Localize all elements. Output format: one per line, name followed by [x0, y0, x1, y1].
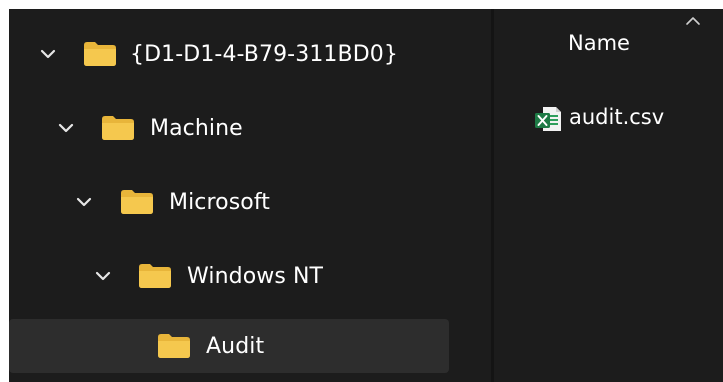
column-header-name[interactable]: Name	[494, 9, 723, 71]
tree-item-label: Windows NT	[187, 263, 324, 289]
chevron-down-icon[interactable]	[73, 191, 95, 213]
folder-icon	[138, 263, 172, 289]
chevron-down-icon[interactable]	[55, 117, 77, 139]
navigation-tree: {D1-D1-4-B79-311BD0} Machine Microsoft W…	[9, 9, 494, 382]
file-name: audit.csv	[569, 105, 665, 129]
sort-ascending-icon	[685, 12, 701, 25]
file-row[interactable]: audit.csv	[534, 101, 723, 137]
tree-item-label: Machine	[150, 115, 243, 141]
tree-item-microsoft[interactable]: Microsoft	[9, 176, 449, 228]
folder-icon	[101, 115, 135, 141]
tree-item-label: {D1-D1-4-B79-311BD0}	[130, 41, 398, 67]
folder-icon	[120, 189, 154, 215]
file-explorer-window: {D1-D1-4-B79-311BD0} Machine Microsoft W…	[9, 9, 723, 382]
file-list-pane: Name audit.csv	[494, 9, 723, 382]
tree-item-windows-nt[interactable]: Windows NT	[9, 250, 449, 302]
tree-item-label: Audit	[206, 333, 265, 359]
folder-icon	[83, 41, 117, 67]
column-header-label: Name	[568, 31, 630, 55]
tree-item-label: Microsoft	[169, 189, 271, 215]
excel-csv-icon	[534, 105, 562, 133]
chevron-down-icon[interactable]	[37, 43, 59, 65]
tree-item-root[interactable]: {D1-D1-4-B79-311BD0}	[9, 28, 449, 80]
folder-icon	[157, 333, 191, 359]
chevron-down-icon[interactable]	[92, 265, 114, 287]
tree-item-machine[interactable]: Machine	[9, 102, 449, 154]
tree-item-audit[interactable]: Audit	[9, 319, 449, 373]
